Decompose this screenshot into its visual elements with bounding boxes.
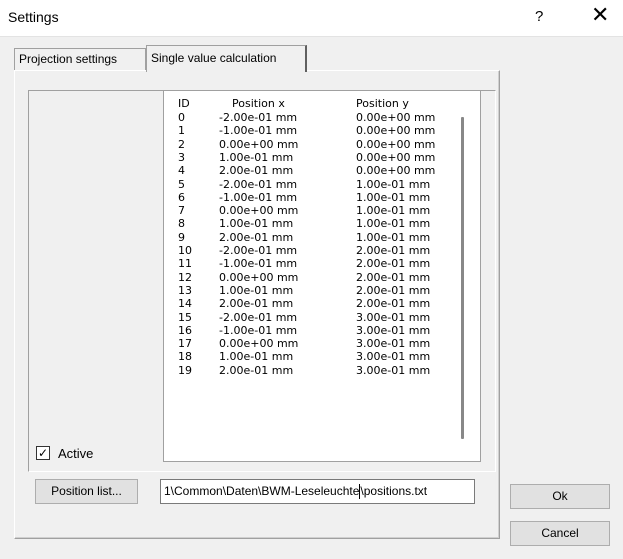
cell-position-y: 3.00e-01 mm xyxy=(356,310,431,324)
cell-position-x: 2.00e-01 mm xyxy=(219,164,294,178)
cell-position-y: 3.00e-01 mm xyxy=(356,363,431,377)
cell-position-y: 0.00e+00 mm xyxy=(356,150,436,164)
cell-id: 13 xyxy=(178,283,192,297)
cell-position-y: 0.00e+00 mm xyxy=(356,111,436,124)
position-list-button[interactable]: Position list... xyxy=(35,479,138,504)
cell-position-y: 1.00e-01 mm xyxy=(356,190,431,204)
cell-position-x: 0.00e+00 mm xyxy=(219,137,299,151)
cell-position-y: 2.00e-01 mm xyxy=(356,297,431,311)
cell-position-x: 1.00e-01 mm xyxy=(219,150,294,164)
window-title: Settings xyxy=(8,9,59,25)
cell-id: 12 xyxy=(178,270,192,284)
cell-id: 17 xyxy=(178,337,192,351)
cell-position-y: 2.00e-01 mm xyxy=(356,257,431,271)
tab-single-value-calculation[interactable]: Single value calculation xyxy=(146,45,307,72)
cell-position-x: -1.00e-01 mm xyxy=(219,124,298,138)
path-field[interactable]: 1\Common\Daten\BWM-Leseleuchte\positions… xyxy=(160,479,475,504)
header-id: ID xyxy=(178,97,190,110)
cell-position-x: -1.00e-01 mm xyxy=(219,323,298,337)
cell-position-x: 0.00e+00 mm xyxy=(219,270,299,284)
active-checkbox[interactable]: ✓ xyxy=(36,446,50,460)
cell-id: 19 xyxy=(178,363,192,377)
header-position-y: Position y xyxy=(356,97,409,110)
cell-id: 15 xyxy=(178,310,192,324)
cell-id: 1 xyxy=(178,124,185,138)
cell-position-y: 0.00e+00 mm xyxy=(356,137,436,151)
cancel-button[interactable]: Cancel xyxy=(510,521,610,546)
cell-position-x: 0.00e+00 mm xyxy=(219,204,299,218)
cell-position-y: 0.00e+00 mm xyxy=(356,164,436,178)
cell-id: 6 xyxy=(178,190,185,204)
cell-position-y: 2.00e-01 mm xyxy=(356,283,431,297)
cell-position-x: 2.00e-01 mm xyxy=(219,297,294,311)
tab-projection-settings[interactable]: Projection settings xyxy=(14,48,146,71)
cell-id: 11 xyxy=(178,257,192,271)
cell-id: 5 xyxy=(178,177,185,191)
cell-position-y: 3.00e-01 mm xyxy=(356,337,431,351)
cell-id: 3 xyxy=(178,150,185,164)
cell-position-x: -2.00e-01 mm xyxy=(219,111,298,124)
cell-id: 0 xyxy=(178,111,185,124)
cell-position-x: 0.00e+00 mm xyxy=(219,337,299,351)
scrollbar[interactable] xyxy=(461,117,464,439)
cell-position-x: 1.00e-01 mm xyxy=(219,283,294,297)
cell-position-x: 1.00e-01 mm xyxy=(219,350,294,364)
cell-position-y: 1.00e-01 mm xyxy=(356,177,431,191)
path-text-before-caret: 1\Common\Daten\BWM-Leseleuchte xyxy=(164,484,360,498)
close-icon[interactable]: ✕ xyxy=(591,4,609,26)
title-bar: Settings ? ✕ xyxy=(0,0,623,37)
cell-id: 18 xyxy=(178,350,192,364)
ok-button[interactable]: Ok xyxy=(510,484,610,509)
cell-id: 10 xyxy=(178,244,192,257)
cell-id: 16 xyxy=(178,323,192,337)
cell-position-y: 3.00e-01 mm xyxy=(356,323,431,337)
positions-list[interactable]: ID Position x Position y 0 -2.00e-01 mm 0.… xyxy=(163,90,481,462)
cell-position-x: 1.00e-01 mm xyxy=(219,217,294,231)
cell-position-x: -2.00e-01 mm xyxy=(219,310,298,324)
cell-position-x: -1.00e-01 mm xyxy=(219,190,298,204)
cell-id: 8 xyxy=(178,217,185,231)
cell-position-x: 2.00e-01 mm xyxy=(219,230,294,244)
cell-id: 9 xyxy=(178,230,185,244)
cell-position-y: 1.00e-01 mm xyxy=(356,204,431,218)
cell-id: 4 xyxy=(178,164,185,178)
cell-position-y: 1.00e-01 mm xyxy=(356,217,431,231)
cell-position-y: 2.00e-01 mm xyxy=(356,244,431,257)
cell-position-y: 3.00e-01 mm xyxy=(356,350,431,364)
path-text-after-caret: \positions.txt xyxy=(360,484,428,498)
header-position-x: Position x xyxy=(232,97,285,110)
active-checkbox-label[interactable]: Active xyxy=(58,446,93,461)
cell-position-x: -2.00e-01 mm xyxy=(219,244,298,257)
cell-id: 14 xyxy=(178,297,192,311)
help-icon[interactable]: ? xyxy=(535,8,543,25)
cell-position-y: 0.00e+00 mm xyxy=(356,124,436,138)
cell-position-y: 1.00e-01 mm xyxy=(356,230,431,244)
cell-position-x: -2.00e-01 mm xyxy=(219,177,298,191)
cell-position-y: 2.00e-01 mm xyxy=(356,270,431,284)
cell-id: 2 xyxy=(178,137,185,151)
cell-id: 7 xyxy=(178,204,185,218)
cell-position-x: -1.00e-01 mm xyxy=(219,257,298,271)
cell-position-x: 2.00e-01 mm xyxy=(219,363,294,377)
